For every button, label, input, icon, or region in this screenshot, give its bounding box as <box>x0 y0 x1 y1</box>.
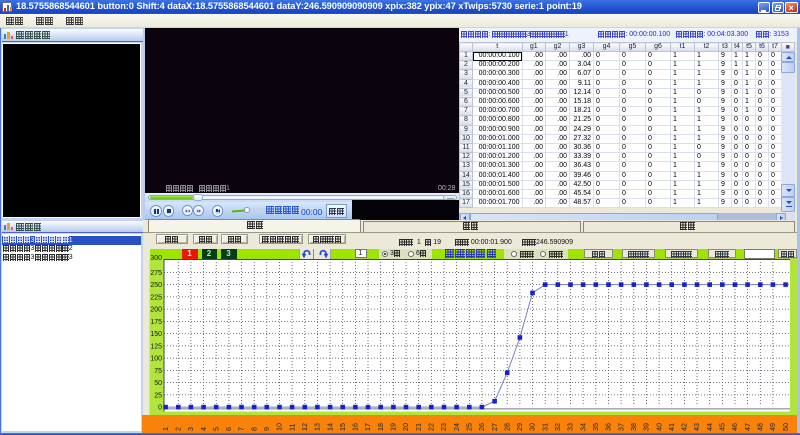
svg-text:3: 3 <box>186 427 195 431</box>
svg-text:38: 38 <box>629 423 638 431</box>
svg-text:32: 32 <box>553 423 562 431</box>
svg-text:25: 25 <box>154 392 162 399</box>
svg-text:34: 34 <box>578 423 587 431</box>
svg-text:225: 225 <box>150 294 162 301</box>
svg-text:10: 10 <box>275 423 284 431</box>
svg-text:15: 15 <box>338 423 347 431</box>
svg-text:2: 2 <box>174 427 183 431</box>
svg-text:22: 22 <box>427 423 436 431</box>
svg-text:33: 33 <box>566 423 575 431</box>
svg-text:200: 200 <box>150 306 162 313</box>
svg-text:175: 175 <box>150 319 162 326</box>
svg-text:11: 11 <box>287 423 296 430</box>
svg-text:17: 17 <box>363 423 372 431</box>
svg-text:75: 75 <box>154 368 162 375</box>
svg-text:4: 4 <box>199 427 208 431</box>
svg-text:12: 12 <box>300 423 309 431</box>
svg-text:50: 50 <box>154 380 162 387</box>
svg-text:36: 36 <box>604 423 613 431</box>
svg-text:14: 14 <box>325 423 334 431</box>
svg-text:13: 13 <box>313 423 322 431</box>
svg-text:37: 37 <box>616 423 625 431</box>
svg-text:1: 1 <box>161 427 170 431</box>
svg-text:275: 275 <box>150 270 162 277</box>
svg-text:125: 125 <box>150 343 162 350</box>
svg-text:41: 41 <box>667 423 676 431</box>
svg-text:250: 250 <box>150 282 162 289</box>
svg-text:100: 100 <box>150 355 162 362</box>
svg-text:0: 0 <box>158 404 162 411</box>
svg-text:18: 18 <box>376 423 385 431</box>
svg-text:47: 47 <box>743 423 752 431</box>
svg-text:43: 43 <box>692 423 701 431</box>
svg-text:45: 45 <box>718 423 727 431</box>
svg-text:9: 9 <box>262 427 271 431</box>
svg-text:50: 50 <box>781 423 790 431</box>
svg-text:5: 5 <box>211 427 220 431</box>
svg-text:6: 6 <box>224 427 233 431</box>
svg-text:16: 16 <box>351 423 360 431</box>
svg-text:29: 29 <box>515 423 524 431</box>
svg-text:19: 19 <box>389 423 398 431</box>
svg-text:46: 46 <box>730 423 739 431</box>
svg-text:44: 44 <box>705 423 714 431</box>
svg-text:26: 26 <box>477 423 486 431</box>
svg-text:49: 49 <box>768 423 777 431</box>
svg-text:30: 30 <box>528 423 537 431</box>
svg-text:42: 42 <box>680 423 689 431</box>
svg-text:23: 23 <box>439 423 448 431</box>
svg-text:150: 150 <box>150 331 162 338</box>
svg-text:8: 8 <box>249 427 258 431</box>
svg-text:48: 48 <box>756 423 765 431</box>
svg-text:31: 31 <box>540 423 549 431</box>
svg-text:21: 21 <box>414 423 423 431</box>
svg-text:25: 25 <box>465 423 474 431</box>
svg-text:39: 39 <box>642 423 651 431</box>
svg-text:27: 27 <box>490 423 499 431</box>
svg-text:28: 28 <box>502 423 511 431</box>
svg-text:20: 20 <box>401 423 410 431</box>
svg-text:7: 7 <box>237 427 246 431</box>
svg-text:24: 24 <box>452 423 461 431</box>
svg-text:40: 40 <box>654 423 663 431</box>
svg-text:35: 35 <box>591 423 600 431</box>
